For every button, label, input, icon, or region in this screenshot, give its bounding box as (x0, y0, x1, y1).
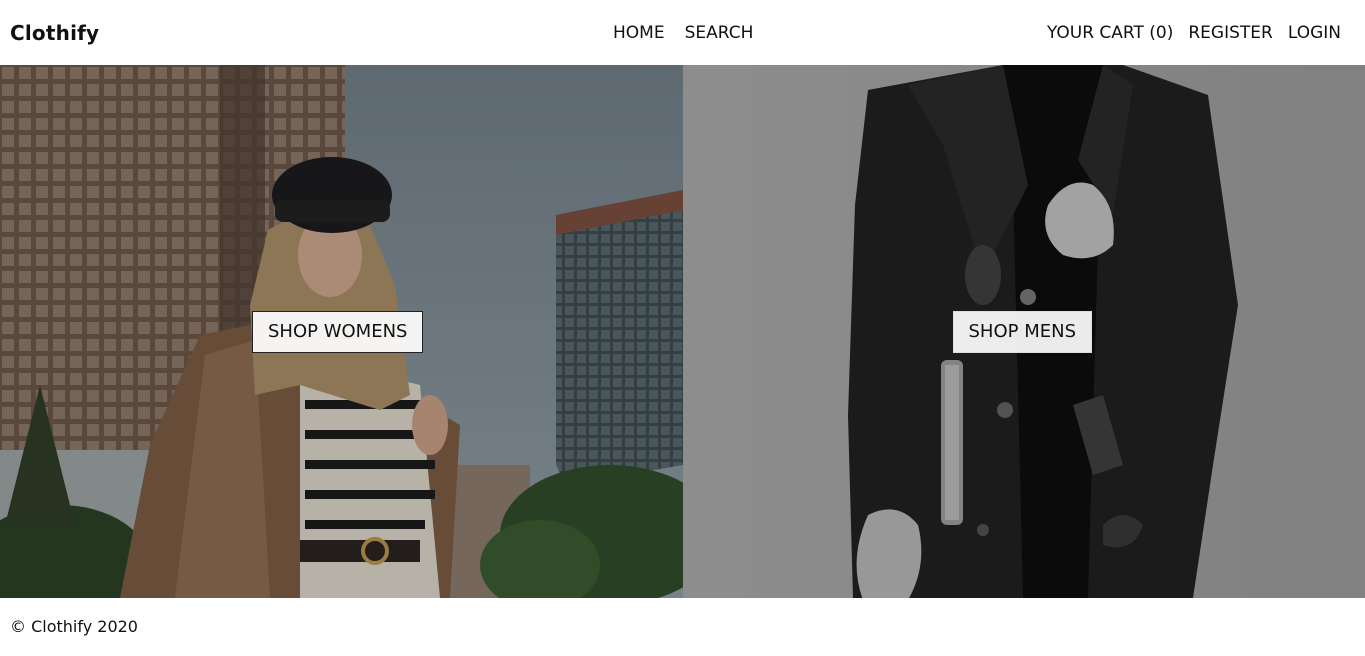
men-category-panel[interactable]: SHOP MENS (682, 65, 1365, 598)
site-logo[interactable]: Clothify (10, 20, 99, 46)
nav-login-link[interactable]: LOGIN (1288, 22, 1341, 44)
nav-cart-link[interactable]: YOUR CART (0) (1047, 22, 1173, 44)
main-nav: HOME SEARCH (613, 22, 753, 44)
category-hero: SHOP WOMENS SHOP MENS (0, 65, 1365, 598)
nav-search-link[interactable]: SEARCH (685, 22, 754, 44)
copyright-text: © Clothify 2020 (10, 617, 138, 636)
site-footer: © Clothify 2020 (0, 598, 1365, 656)
site-header: Clothify HOME SEARCH YOUR CART (0) REGIS… (0, 0, 1365, 65)
shop-womens-button[interactable]: SHOP WOMENS (252, 311, 424, 353)
shop-mens-button[interactable]: SHOP MENS (952, 311, 1092, 353)
women-category-panel[interactable]: SHOP WOMENS (0, 65, 683, 598)
account-nav: YOUR CART (0) REGISTER LOGIN (1047, 22, 1341, 44)
nav-register-link[interactable]: REGISTER (1188, 22, 1272, 44)
nav-home-link[interactable]: HOME (613, 22, 665, 44)
